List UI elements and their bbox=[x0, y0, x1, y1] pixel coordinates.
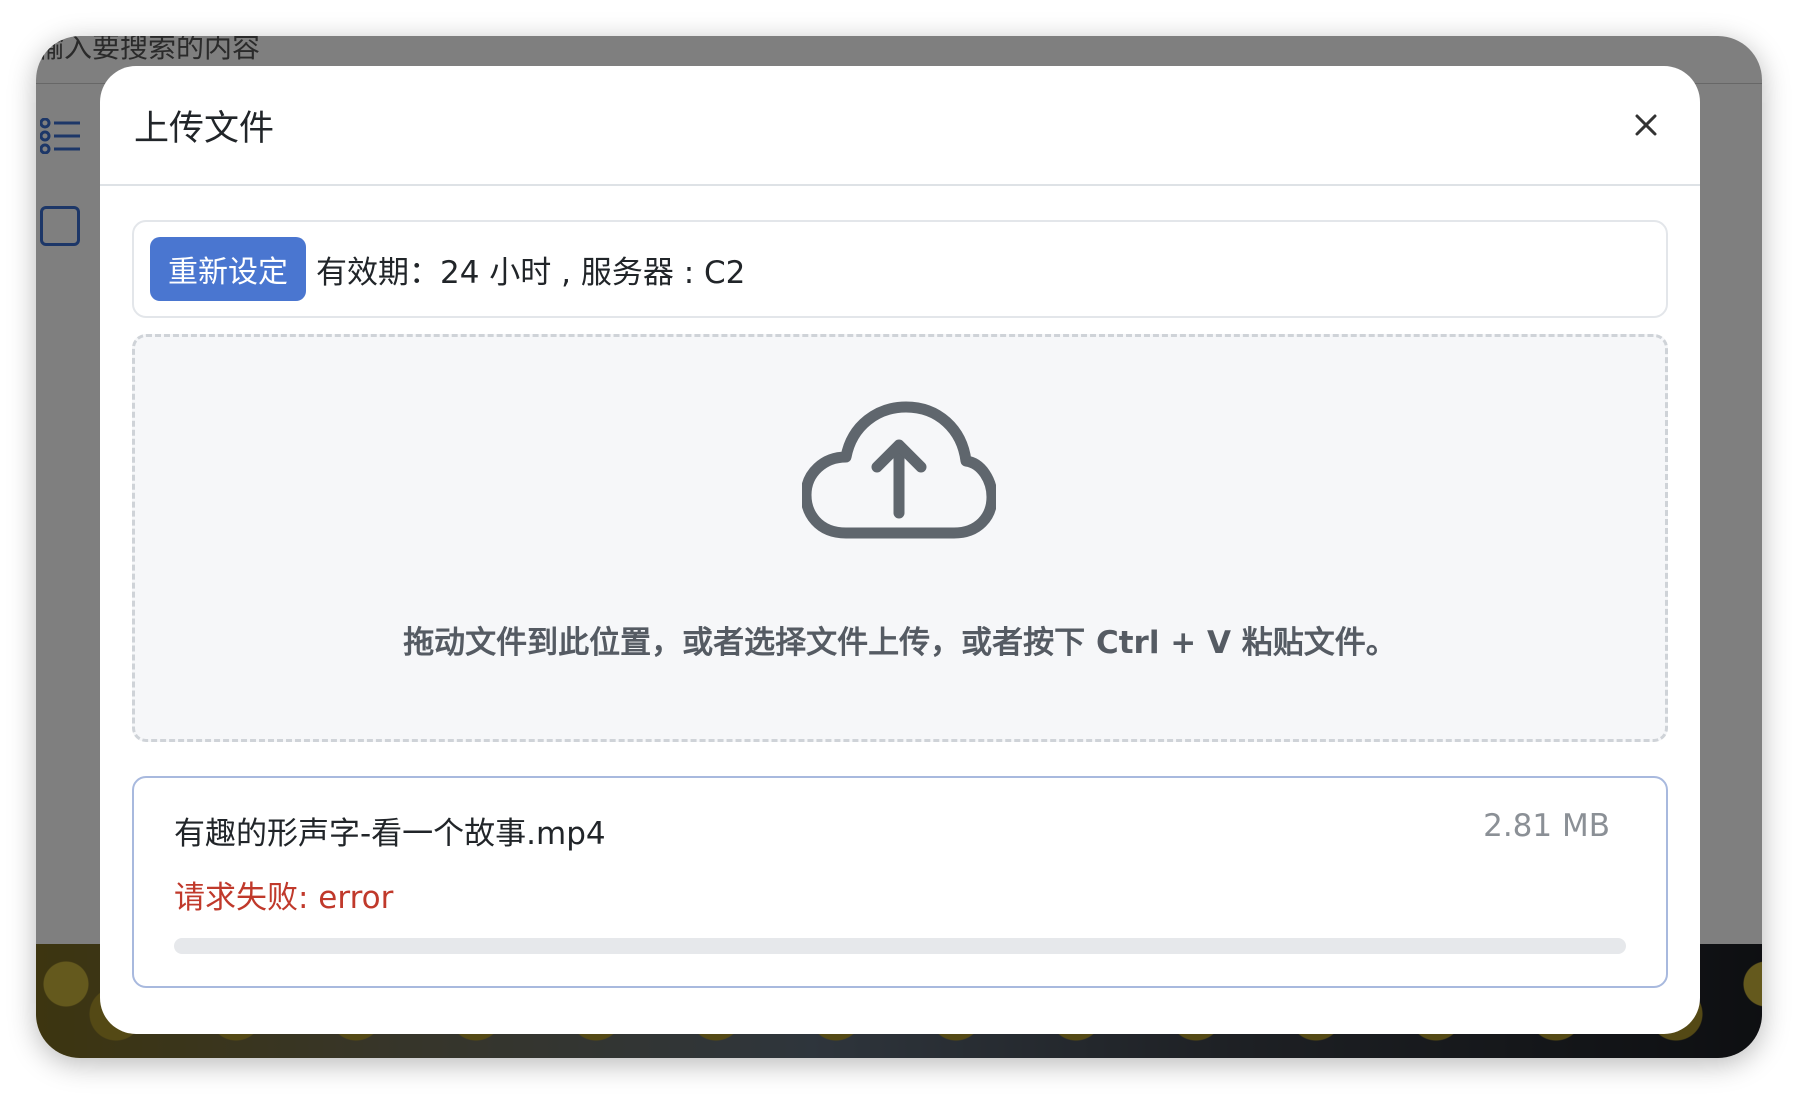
settings-info: 有效期：24 小时 , 服务器 : C2 bbox=[316, 254, 746, 291]
modal-header: 上传文件 bbox=[100, 66, 1700, 186]
modal-body: 重新设定 有效期：24 小时 , 服务器 : C2 拖动文件到此位置，或者选择文… bbox=[100, 186, 1700, 988]
upload-dropzone[interactable]: 拖动文件到此位置，或者选择文件上传，或者按下 Ctrl + V 粘贴文件。 bbox=[132, 334, 1668, 742]
upload-modal: 上传文件 重新设定 有效期：24 小时 , 服务器 : C2 拖动文件到此位置，… bbox=[100, 66, 1700, 1034]
upload-file-item: 有趣的形声字-看一个故事.mp4 2.81 MB 请求失败: error bbox=[132, 776, 1668, 988]
cloud-upload-icon bbox=[802, 401, 996, 539]
modal-title: 上传文件 bbox=[134, 108, 275, 149]
close-icon bbox=[1635, 114, 1657, 136]
close-button[interactable] bbox=[1626, 105, 1666, 145]
app-window: 输入要搜索的内容 上传文件 重新设定 有效期：24 小时 bbox=[36, 36, 1762, 1058]
dropzone-hint: 拖动文件到此位置，或者选择文件上传，或者按下 Ctrl + V 粘贴文件。 bbox=[403, 625, 1397, 661]
upload-error-message: 请求失败: error bbox=[174, 880, 394, 916]
file-name: 有趣的形声字-看一个故事.mp4 bbox=[174, 816, 606, 852]
upload-progress-bar bbox=[174, 938, 1626, 954]
settings-bar: 重新设定 有效期：24 小时 , 服务器 : C2 bbox=[132, 220, 1668, 318]
file-size: 2.81 MB bbox=[1483, 808, 1610, 844]
reset-settings-button[interactable]: 重新设定 bbox=[150, 237, 306, 301]
